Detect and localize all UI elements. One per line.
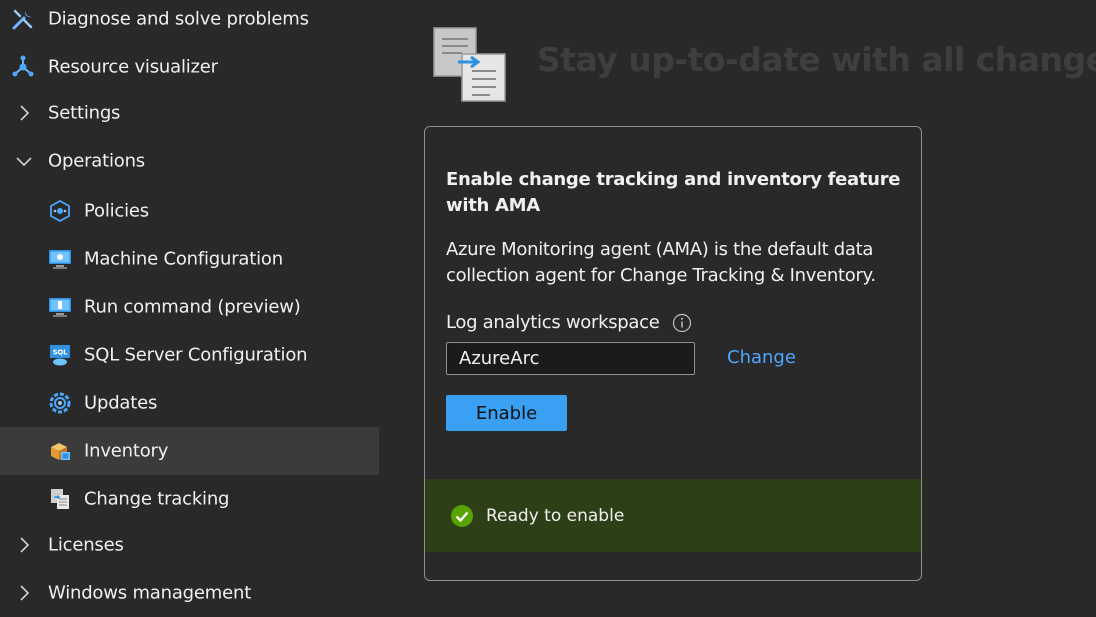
- wrench-icon: [10, 6, 36, 32]
- status-text: Ready to enable: [486, 505, 625, 526]
- sidebar-item-diagnose[interactable]: Diagnose and solve problems: [0, 0, 379, 43]
- sidebar-item-label: Licenses: [48, 534, 124, 556]
- chevron-right-icon: [14, 535, 34, 555]
- sidebar-item-label: Policies: [84, 200, 149, 222]
- sidebar-item-label: Updates: [84, 392, 158, 414]
- updates-icon: [47, 390, 73, 416]
- sidebar-item-label: Resource visualizer: [48, 56, 218, 78]
- sidebar-item-label: Diagnose and solve problems: [48, 8, 309, 30]
- workspace-field-label: Log analytics workspace: [446, 312, 692, 333]
- sidebar-item-resource-visualizer[interactable]: Resource visualizer: [0, 43, 379, 91]
- sidebar-item-policies[interactable]: Policies: [0, 187, 379, 235]
- sidebar-item-label: Run command (preview): [84, 296, 301, 318]
- enable-ama-card: Enable change tracking and inventory fea…: [424, 126, 922, 581]
- sidebar-item-inventory[interactable]: Inventory: [0, 427, 379, 475]
- sidebar-item-change-tracking[interactable]: Change tracking: [0, 475, 379, 523]
- chevron-right-icon: [14, 583, 34, 603]
- workspace-input[interactable]: [446, 342, 695, 375]
- sidebar-item-label: SQL Server Configuration: [84, 344, 308, 366]
- sidebar-item-windows-management[interactable]: Windows management: [0, 569, 379, 617]
- sidebar-nav: Diagnose and solve problems Resource vis…: [0, 0, 379, 613]
- enable-button[interactable]: Enable: [446, 395, 567, 431]
- chevron-right-icon: [14, 103, 34, 123]
- page-title: Stay up-to-date with all changes: [537, 40, 1096, 79]
- sidebar-item-settings[interactable]: Settings: [0, 89, 379, 137]
- change-workspace-link[interactable]: Change: [727, 347, 796, 368]
- info-icon[interactable]: [672, 313, 692, 333]
- sidebar-item-label: Settings: [48, 102, 121, 124]
- svg-text:SQL: SQL: [53, 349, 69, 357]
- workspace-label-text: Log analytics workspace: [446, 312, 660, 333]
- sidebar-item-sql-server-configuration[interactable]: SQL SQL Server Configuration: [0, 331, 379, 379]
- change-tracking-icon: [47, 486, 73, 512]
- card-heading: Enable change tracking and inventory fea…: [446, 169, 901, 216]
- sidebar-item-label: Machine Configuration: [84, 248, 283, 270]
- status-banner: Ready to enable: [425, 479, 921, 552]
- run-command-icon: [47, 294, 73, 320]
- policies-icon: [47, 198, 73, 224]
- sidebar-item-operations[interactable]: Operations: [0, 137, 379, 185]
- card-description: Azure Monitoring agent (AMA) is the defa…: [446, 239, 876, 286]
- sidebar-item-label: Change tracking: [84, 488, 230, 510]
- chevron-down-icon: [14, 151, 34, 171]
- resource-visualizer-icon: [10, 54, 36, 80]
- sidebar-item-label: Windows management: [48, 582, 252, 604]
- sidebar-item-licenses[interactable]: Licenses: [0, 521, 379, 569]
- change-tracking-document-icon: [432, 26, 508, 104]
- sidebar-item-machine-configuration[interactable]: Machine Configuration: [0, 235, 379, 283]
- sidebar-item-run-command[interactable]: Run command (preview): [0, 283, 379, 331]
- machine-configuration-icon: [47, 246, 73, 272]
- sidebar-item-label: Inventory: [84, 440, 169, 462]
- sidebar-item-label: Operations: [48, 150, 145, 172]
- inventory-icon: [47, 438, 73, 464]
- sql-server-icon: SQL: [47, 342, 73, 368]
- checkmark-circle-icon: [450, 504, 474, 528]
- sidebar-item-updates[interactable]: Updates: [0, 379, 379, 427]
